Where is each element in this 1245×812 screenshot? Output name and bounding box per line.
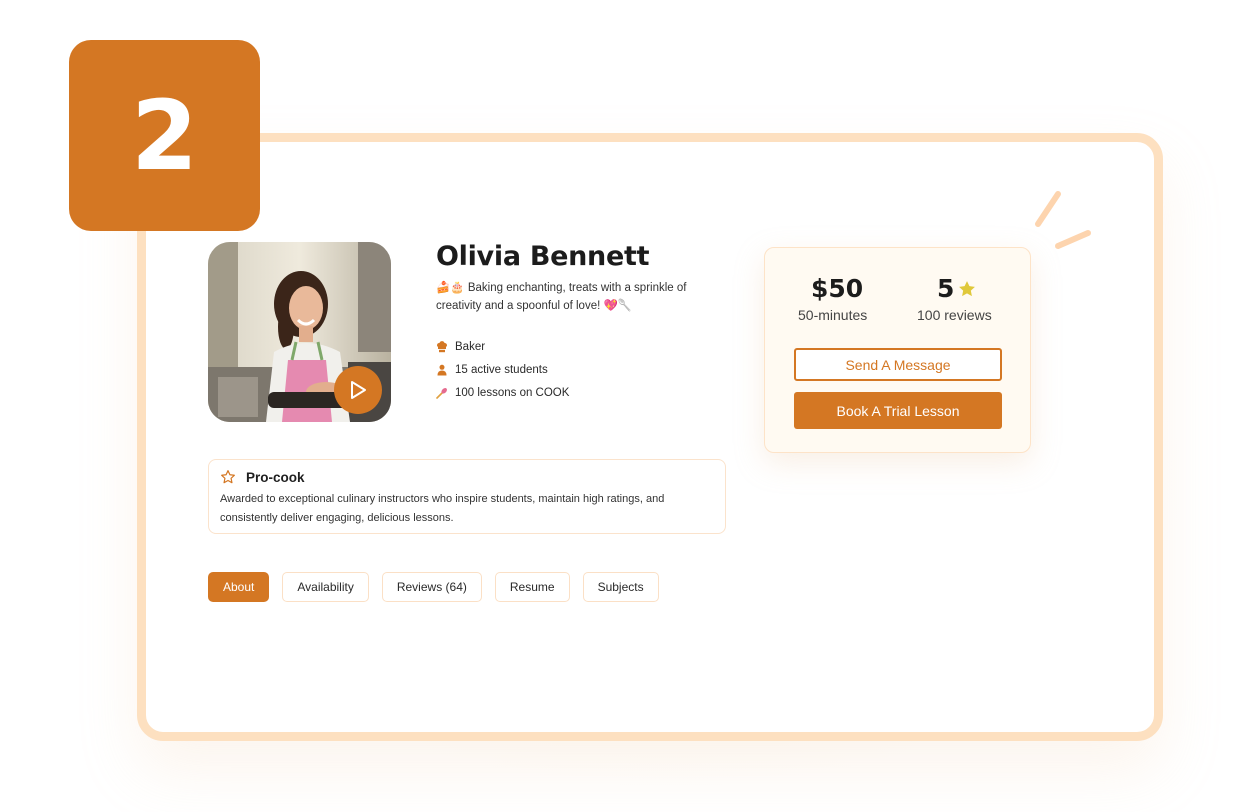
tutor-facts: Baker 15 active students 100 lessons on … xyxy=(436,335,569,404)
rating-value: 5 xyxy=(937,274,955,303)
tab-availability[interactable]: Availability xyxy=(282,572,369,602)
tab-resume[interactable]: Resume xyxy=(494,572,570,602)
award-description: Awarded to exceptional culinary instruct… xyxy=(220,493,665,524)
play-icon xyxy=(351,381,366,399)
fact-role: Baker xyxy=(436,335,569,358)
sparkle-lines-icon xyxy=(1035,191,1091,249)
profile-tabs: About Availability Reviews (64) Resume S… xyxy=(208,572,659,602)
star-outline-icon xyxy=(221,470,235,484)
award-card: Pro-cook Awarded to exceptional culinary… xyxy=(208,459,726,534)
whisk-icon xyxy=(436,387,447,399)
fact-students: 15 active students xyxy=(436,358,569,381)
lesson-price: $50 xyxy=(811,274,864,303)
tutor-bio: 🍰🎂 Baking enchanting, treats with a spri… xyxy=(436,279,726,315)
play-video-button[interactable] xyxy=(334,366,382,414)
book-trial-lesson-button[interactable]: Book A Trial Lesson xyxy=(794,392,1002,429)
fact-students-text: 15 active students xyxy=(455,363,548,376)
tab-subjects[interactable]: Subjects xyxy=(582,572,659,602)
step-number: 2 xyxy=(131,79,198,192)
tab-reviews[interactable]: Reviews (64) xyxy=(381,572,482,602)
fact-lessons: 100 lessons on COOK xyxy=(436,381,569,404)
star-icon xyxy=(959,281,975,297)
user-icon xyxy=(437,364,447,375)
tab-about[interactable]: About xyxy=(208,572,270,602)
bio-text: Baking enchanting, treats with a sprinkl… xyxy=(436,282,687,312)
review-count: 100 reviews xyxy=(917,307,992,323)
lesson-duration: 50-minutes xyxy=(798,307,868,323)
fact-role-text: Baker xyxy=(455,340,486,353)
chef-hat-icon xyxy=(437,340,447,352)
pricing-card: $50 5 50-minutes 100 reviews Send A Mess… xyxy=(764,247,1031,453)
tutor-name: Olivia Bennett xyxy=(436,241,650,272)
bio-emoji: 🍰🎂 xyxy=(436,282,465,294)
send-message-button[interactable]: Send A Message xyxy=(794,348,1002,381)
award-title: Pro-cook xyxy=(246,469,305,485)
fact-lessons-text: 100 lessons on COOK xyxy=(455,386,570,399)
step-badge: 2 xyxy=(69,40,260,231)
